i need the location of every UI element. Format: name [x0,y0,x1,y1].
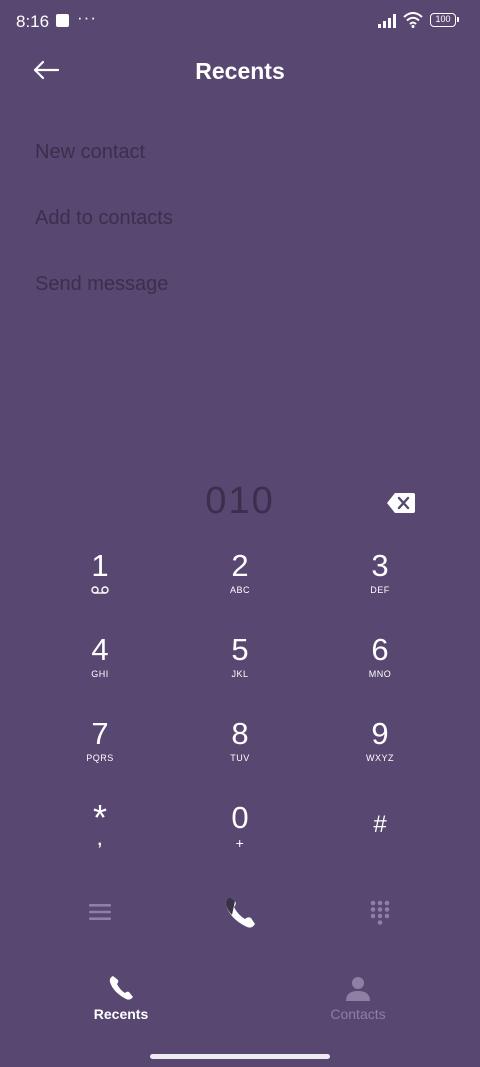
key-digit: 8 [231,716,249,751]
nav-label-contacts: Contacts [330,1006,386,1022]
key-0[interactable]: 0 + [180,800,300,870]
add-to-contacts-option[interactable]: Add to contacts [35,207,173,230]
key-digit: 6 [371,632,389,667]
home-indicator[interactable] [150,1054,330,1059]
dialpad-toggle-icon[interactable] [370,900,390,926]
notification-icon [56,14,69,27]
tab-recents[interactable]: Recents [41,968,201,1022]
backspace-icon[interactable] [386,492,416,514]
key-digit: 1 [91,548,109,583]
key-7[interactable]: 7 PQRS [40,716,160,786]
key-4[interactable]: 4 GHI [40,632,160,702]
key-letters: GHI [91,669,109,679]
key-digit: 9 [371,716,389,751]
key-digit: 7 [91,716,109,751]
key-digit: # [373,811,387,838]
key-9[interactable]: 9 WXYZ [320,716,440,786]
key-letters: , [97,832,103,849]
key-6[interactable]: 6 MNO [320,632,440,702]
key-1[interactable]: 1 [40,548,160,618]
key-2[interactable]: 2 ABC [180,548,300,618]
key-5[interactable]: 5 JKL [180,632,300,702]
key-8[interactable]: 8 TUV [180,716,300,786]
key-digit: 0 [231,800,249,835]
call-button[interactable] [221,894,259,932]
key-digit: 5 [231,632,249,667]
key-letters: JKL [231,669,249,679]
nav-label-recents: Recents [93,1006,149,1022]
key-digit: 4 [91,632,109,667]
key-letters: WXYZ [366,753,394,763]
voicemail-icon [91,586,109,594]
key-letters: ABC [229,585,250,595]
key-hash[interactable]: # [320,800,440,870]
key-digit: 2 [231,548,249,583]
status-bar: 8:16 ··· 100 [0,0,480,42]
key-letters: TUV [230,753,250,763]
more-notifications-icon: ··· [77,8,97,27]
key-star[interactable]: * , [40,800,160,870]
phone-icon [109,976,133,1000]
key-3[interactable]: 3 DEF [320,548,440,618]
key-letters: + [235,835,245,851]
bottom-nav: Recents Contacts [0,968,480,1028]
key-digit: 3 [371,548,389,583]
person-icon [346,977,370,1001]
header: Recents [0,42,480,98]
new-contact-option[interactable]: New contact [35,141,145,164]
wifi-icon [403,12,423,28]
page-title: Recents [195,58,285,84]
key-letters: MNO [368,669,392,679]
key-letters: DEF [370,585,390,595]
battery-icon: 100 [430,13,459,27]
tab-contacts[interactable]: Contacts [278,968,438,1022]
key-digit: * [92,797,107,838]
send-message-option[interactable]: Send message [35,273,168,296]
signal-icon [378,14,396,28]
key-letters: PQRS [86,753,114,763]
menu-icon[interactable] [89,903,111,921]
status-time: 8:16 [16,12,50,31]
